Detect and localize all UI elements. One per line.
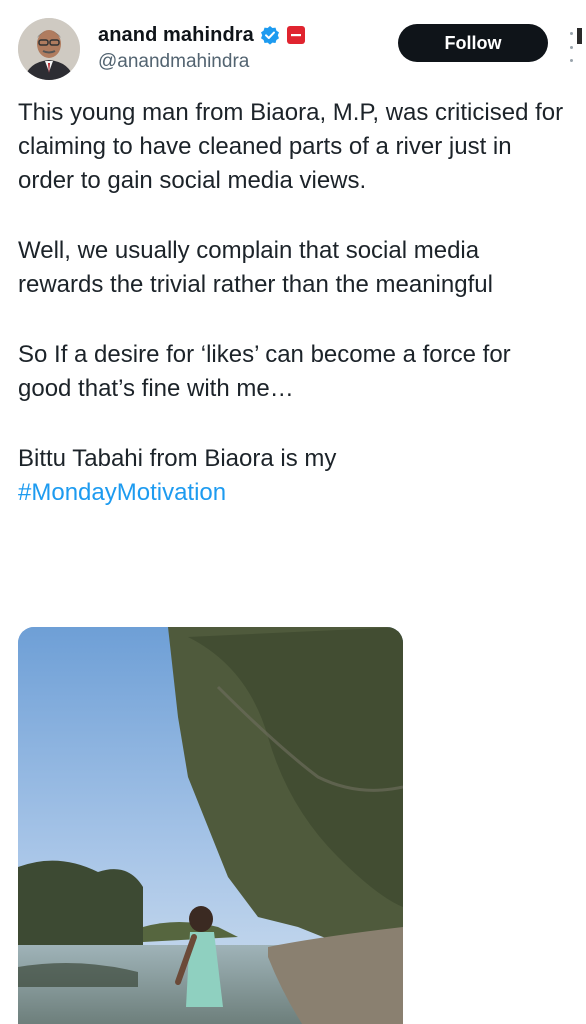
verified-badge-icon [260,25,280,45]
tweet-paragraph-4-text: Bittu Tabahi from Biaora is my [18,445,337,472]
display-name[interactable]: anand mahindra [98,24,254,47]
edge-marker [577,28,582,44]
affiliate-badge-icon [286,25,306,45]
avatar[interactable] [18,18,80,80]
tweet-paragraph-2: Well, we usually complain that social me… [18,237,493,298]
tweet-paragraph-3: So If a desire for ‘likes’ can become a … [18,341,511,402]
user-handle[interactable]: @anandmahindra [98,51,249,73]
tweet-video-thumbnail[interactable] [18,627,403,1024]
tweet-header: anand mahindra @anandmahindra Follow [18,18,578,82]
name-row: anand mahindra [98,22,306,48]
tweet-paragraph-4: Bittu Tabahi from Biaora is my #MondayMo… [18,442,570,510]
hashtag-link[interactable]: #MondayMotivation [18,479,226,506]
tweet-paragraph-1: This young man from Biaora, M.P, was cri… [18,99,564,194]
tweet-text: This young man from Biaora, M.P, was cri… [18,96,570,546]
follow-button[interactable]: Follow [398,24,548,62]
tweet-card: anand mahindra @anandmahindra Follow Thi… [0,0,586,1024]
